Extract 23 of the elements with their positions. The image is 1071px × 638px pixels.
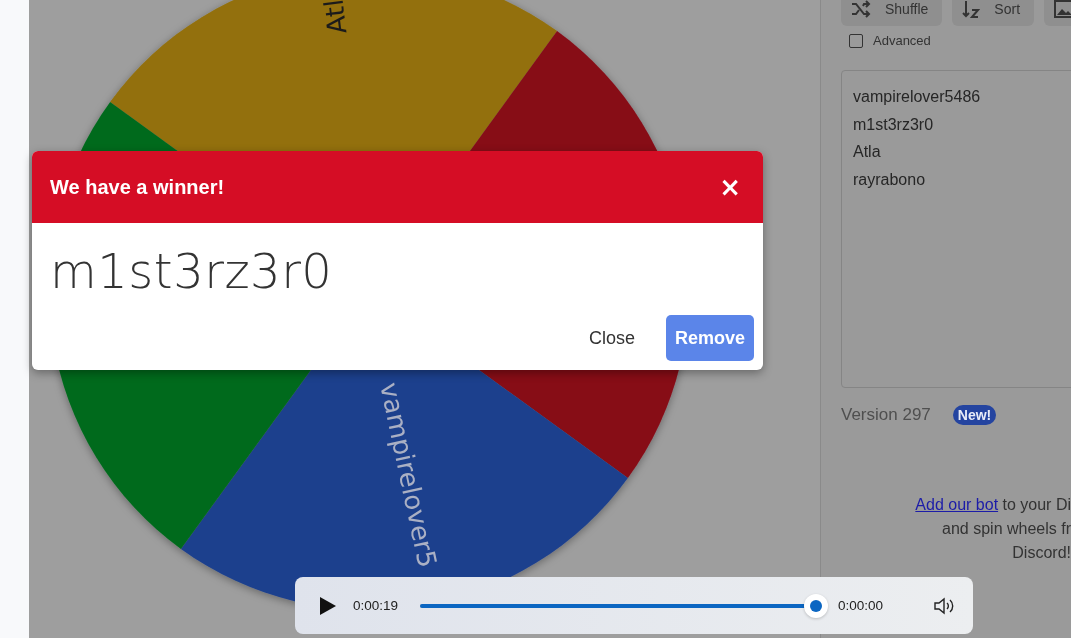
play-icon[interactable] [319, 595, 337, 616]
entries-textarea[interactable]: vampirelover5486 m1st3rz3r0 Atla rayrabono [841, 70, 1071, 388]
image-icon [1054, 0, 1071, 18]
close-text-button[interactable]: Close [579, 315, 644, 361]
remaining-time: 0:00:00 [838, 598, 884, 613]
close-button[interactable]: × [715, 174, 745, 200]
add-bot-link[interactable]: Add our bot [915, 496, 999, 513]
bot-promo-text: Add our bot to your Di and spin wheels fr Discord! [914, 495, 1071, 563]
slider-thumb[interactable] [804, 593, 829, 618]
toolbar-button[interactable]: Shuffle [841, 0, 943, 26]
wheel-label: Atl [318, 0, 353, 36]
sort-icon [962, 0, 981, 18]
new-badge: New! [952, 405, 997, 425]
winner-name: m1st3rz3r0 [49, 242, 334, 299]
remove-button[interactable]: Remove [665, 315, 754, 361]
checkbox[interactable] [849, 33, 863, 48]
checkbox-label: Advanced [873, 33, 931, 48]
elapsed-time: 0:00:19 [353, 598, 399, 613]
version-text: Version 297 [841, 405, 931, 425]
dialog-title: We have a winner! [50, 175, 225, 199]
toolbar-button[interactable]: Sort [952, 0, 1035, 26]
volume-icon[interactable] [933, 596, 955, 615]
shuffle-icon [851, 0, 871, 18]
